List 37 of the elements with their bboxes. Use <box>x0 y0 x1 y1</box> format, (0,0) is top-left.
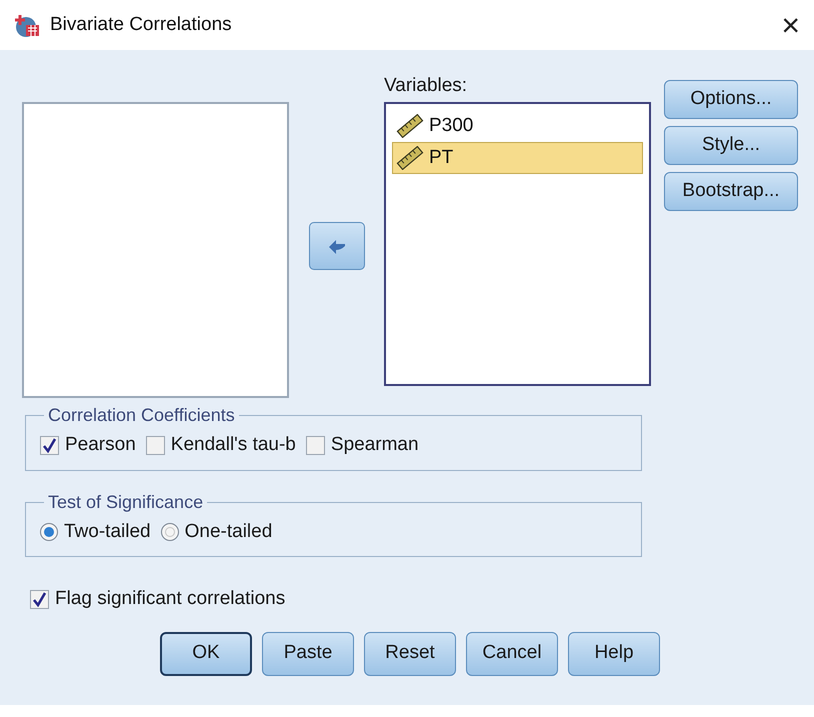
radio-button[interactable] <box>160 522 179 541</box>
checkbox[interactable] <box>30 590 49 609</box>
variable-item[interactable]: PT <box>392 142 643 174</box>
checkbox-label: Pearson <box>65 433 136 457</box>
dialog-button[interactable]: Paste <box>262 632 354 676</box>
variable-item[interactable]: P300 <box>392 110 643 142</box>
radio-label: Two-tailed <box>64 520 151 544</box>
dialog-button[interactable]: Style... <box>664 126 798 165</box>
checkbox-label: Kendall's tau-b <box>170 433 296 457</box>
dialog-button[interactable]: Cancel <box>466 632 558 676</box>
checkbox-label: Flag significant correlations <box>55 587 286 611</box>
ruler-icon <box>395 146 425 170</box>
radio-label: One-tailed <box>184 520 272 544</box>
radio-button[interactable] <box>40 522 58 541</box>
checkbox-label: Spearman <box>330 433 419 457</box>
variable-name: P300 <box>429 114 474 138</box>
close-button[interactable]: × <box>781 9 800 41</box>
group-title: Test of Significance <box>47 490 204 514</box>
dialog-button[interactable]: Bootstrap... <box>664 172 798 211</box>
variable-name: PT <box>429 146 454 170</box>
checkbox[interactable] <box>146 436 165 455</box>
checkmark-icon <box>32 592 47 607</box>
dialog-button[interactable]: OK <box>160 632 252 676</box>
checkbox[interactable] <box>306 436 325 455</box>
dialog-button[interactable]: Help <box>568 632 660 676</box>
app-icon <box>14 13 40 37</box>
variables-list[interactable]: P300 PT <box>384 102 651 386</box>
group-title: Correlation Coefficients <box>47 404 236 427</box>
source-variable-list[interactable] <box>22 102 289 398</box>
move-button[interactable] <box>308 222 364 270</box>
checkbox[interactable] <box>40 436 59 455</box>
checkmark-icon <box>42 438 57 453</box>
variables-label: Variables: <box>384 74 468 98</box>
window-title: Bivariate Correlations <box>50 12 233 37</box>
dialog-button[interactable]: Reset <box>364 632 456 676</box>
arrow-left-icon <box>326 238 346 254</box>
dialog-button[interactable]: Options... <box>664 80 798 119</box>
